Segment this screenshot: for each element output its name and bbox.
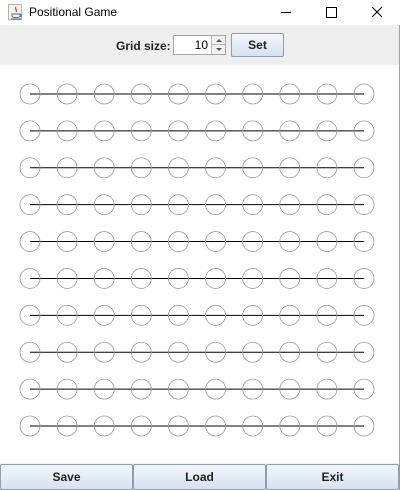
chevron-up-icon [216, 39, 222, 42]
set-button[interactable]: Set [231, 33, 284, 57]
grid-size-label: Grid size: [116, 39, 171, 53]
maximize-button[interactable] [308, 0, 354, 25]
control-panel: Save Load Exit [0, 463, 399, 490]
board-canvas[interactable] [0, 65, 399, 463]
app-window: Positional Game Grid size: 10 Set Save L… [0, 0, 400, 490]
maximize-icon [326, 7, 337, 18]
config-panel: Grid size: 10 Set [0, 25, 399, 65]
spinner-down-button[interactable] [211, 45, 225, 54]
window-title: Positional Game [29, 5, 118, 19]
minimize-icon [281, 12, 291, 13]
close-button[interactable] [354, 0, 400, 25]
spinner-up-button[interactable] [211, 36, 225, 45]
grid-size-value[interactable]: 10 [195, 38, 208, 52]
grid-size-spinner[interactable]: 10 [173, 35, 226, 55]
game-board[interactable] [0, 65, 399, 463]
title-bar: Positional Game [0, 0, 400, 25]
java-icon [8, 4, 22, 20]
exit-button[interactable]: Exit [266, 464, 399, 490]
close-icon [371, 6, 383, 18]
load-button[interactable]: Load [133, 464, 266, 490]
save-button[interactable]: Save [0, 464, 133, 490]
minimize-button[interactable] [262, 0, 308, 25]
chevron-down-icon [216, 48, 222, 51]
